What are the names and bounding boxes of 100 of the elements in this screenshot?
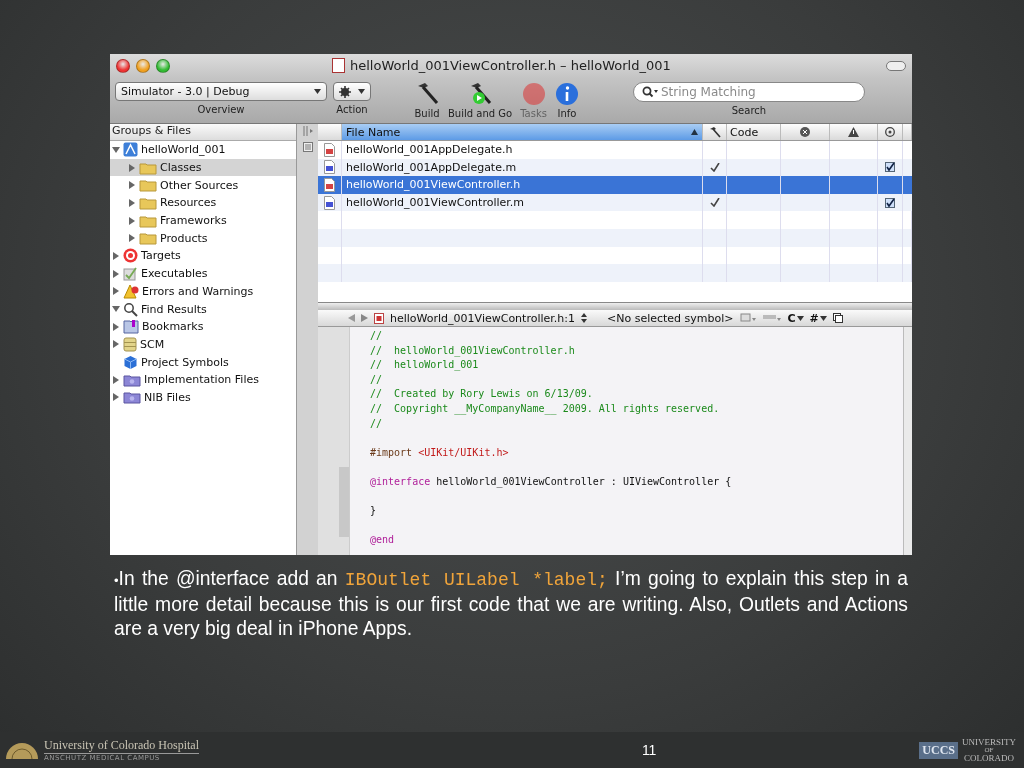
counterpart-popup[interactable]: # (809, 311, 827, 325)
folder-icon (139, 231, 157, 246)
scheme-popup[interactable]: Simulator - 3.0 | Debug (115, 82, 327, 101)
checkbox[interactable] (885, 197, 895, 208)
disclosure-triangle[interactable] (112, 322, 120, 331)
search-icon (641, 86, 658, 98)
database-icon (123, 336, 137, 352)
code-line: // Copyright __MyCompanyName__ 2009. All rights reserved. (370, 401, 721, 417)
file-name: helloWorld_001AppDelegate.h (342, 141, 703, 159)
target-icon (123, 248, 138, 264)
toolbar-button[interactable]: Info (550, 82, 583, 119)
sidebar-item[interactable]: Targets (110, 247, 296, 265)
column-header[interactable]: File Name (342, 124, 703, 140)
code-line: } (370, 504, 378, 519)
zoom-button[interactable] (156, 59, 170, 73)
folder-icon (123, 390, 141, 405)
split-icon[interactable] (301, 126, 314, 136)
sort-arrow-icon (691, 129, 698, 135)
sidebar-item[interactable]: Errors and Warnings (110, 282, 296, 301)
logo-text: University of Colorado Hospital (44, 738, 199, 754)
action-button[interactable] (333, 82, 371, 101)
caret-icon (314, 89, 321, 94)
column-header[interactable]: Code (727, 124, 781, 140)
toolbar-label: Search (731, 105, 767, 116)
header-file-icon (374, 312, 384, 324)
disclosure-triangle[interactable] (112, 375, 120, 384)
disclosure-triangle[interactable] (112, 305, 120, 314)
caret-icon (796, 315, 804, 321)
hammer-icon[interactable] (708, 126, 721, 138)
toolbar-toggle-button[interactable] (886, 61, 906, 71)
sidebar-item[interactable]: Project Symbols (110, 353, 296, 371)
book-icon (123, 319, 139, 335)
sidebar-item[interactable]: Bookmarks (110, 317, 296, 336)
sidebar-item[interactable]: Resources (110, 194, 296, 212)
sidebar-item[interactable]: Executables (110, 264, 296, 283)
stop-icon (521, 82, 546, 106)
warning-icon (123, 283, 139, 299)
sidebar-item[interactable]: Find Results (110, 300, 296, 318)
checkbox[interactable] (885, 162, 895, 173)
toolbar-button[interactable]: Build and Go (444, 82, 517, 119)
toolbar-label: Action (336, 104, 368, 115)
folder-icon (139, 213, 157, 228)
sidebar-item[interactable]: Implementation Files (110, 370, 296, 389)
logo-text: COLORADO (963, 754, 1014, 762)
close-button[interactable] (116, 59, 130, 73)
disclosure-triangle[interactable] (112, 340, 120, 349)
folder-icon (139, 160, 157, 175)
info-icon (554, 82, 579, 106)
sidebar-item[interactable]: Other Sources (110, 176, 296, 195)
code-line: // (370, 372, 384, 387)
disclosure-triangle[interactable] (112, 287, 120, 296)
logo-text: UNIVERSITY (962, 738, 1016, 746)
code-line: // (370, 329, 384, 343)
bookmark-menu-icon[interactable] (739, 313, 756, 323)
disclosure-triangle[interactable] (128, 163, 136, 172)
sidebar-item[interactable]: Frameworks (110, 211, 296, 230)
minimize-button[interactable] (136, 59, 150, 73)
disclosure-triangle[interactable] (112, 269, 120, 278)
caret-icon (819, 315, 827, 321)
language-popup[interactable]: C (787, 311, 804, 325)
sidebar-item[interactable]: Products (110, 229, 296, 248)
split-view-icon[interactable] (832, 313, 843, 323)
sidebar-item[interactable]: Classes (110, 158, 296, 177)
warning-icon[interactable] (848, 127, 859, 137)
forward-arrow-icon[interactable] (361, 314, 368, 322)
code-line: // helloWorld_001 (370, 358, 480, 373)
disclosure-triangle[interactable] (128, 181, 136, 190)
symbol-popup[interactable]: <No selected symbol> (607, 311, 734, 325)
disclosure-triangle[interactable] (112, 393, 120, 402)
disclosure-triangle[interactable] (128, 198, 136, 207)
file-row[interactable]: helloWorld_001ViewController.h (318, 176, 912, 194)
window-title: helloWorld_001ViewController.h – helloWorld_001 (350, 58, 671, 73)
file-icon (324, 160, 335, 175)
scroll-bar[interactable] (903, 327, 912, 555)
toolbar-button[interactable]: Build (410, 82, 444, 119)
list-icon[interactable] (302, 142, 313, 152)
file-popup[interactable]: helloWorld_001ViewController.h:1 (390, 311, 575, 325)
sidebar-item[interactable]: NIB Files (110, 388, 296, 407)
sidebar-item[interactable]: SCM (110, 335, 296, 354)
code-line: // Created by Rory Lewis on 6/13/09. (370, 387, 594, 402)
app-icon (123, 142, 138, 158)
code-line: @end (370, 533, 396, 548)
logo-mark: UCCS (919, 741, 958, 759)
error-icon[interactable] (800, 127, 810, 137)
search-field[interactable]: String Matching (632, 82, 865, 102)
search-icon (123, 301, 138, 317)
folder-icon (123, 372, 141, 387)
code-line: #import <UIKit/UIKit.h> (370, 445, 510, 460)
caret-icon (358, 89, 365, 94)
disclosure-triangle[interactable] (128, 234, 136, 243)
sidebar-item[interactable]: helloWorld_001 (110, 141, 296, 159)
target-icon[interactable] (885, 127, 895, 137)
cube-icon (123, 354, 138, 370)
stepper-icon (581, 313, 587, 323)
dome-logo-icon (4, 740, 40, 760)
disclosure-triangle[interactable] (112, 251, 120, 260)
disclosure-triangle[interactable] (112, 145, 120, 154)
gear-icon (339, 85, 351, 98)
file-icon (324, 142, 335, 157)
disclosure-triangle[interactable] (128, 216, 136, 225)
